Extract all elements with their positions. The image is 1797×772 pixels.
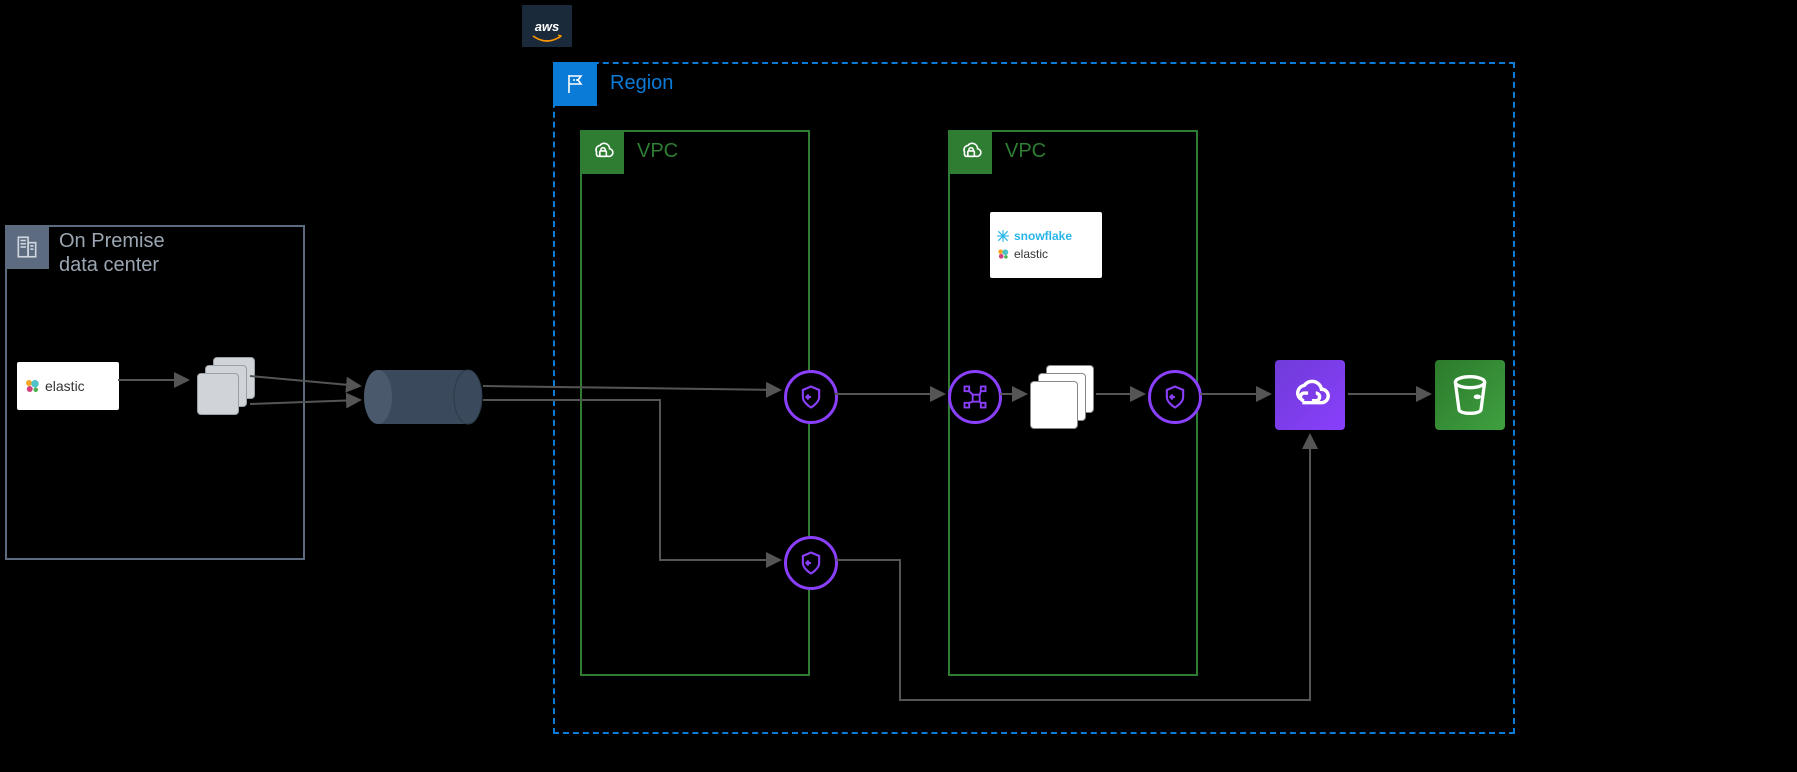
datacenter-icon [5, 225, 49, 269]
transit-gateway-icon [948, 370, 1002, 424]
vpc-endpoint-right-icon [1148, 370, 1202, 424]
elastic-icon [23, 377, 41, 395]
vpc2-label: VPC [1005, 140, 1046, 163]
vpc2-services-card: snowflake elastic [990, 212, 1102, 278]
direct-connect-icon [363, 365, 483, 434]
on-premise-container: On Premise data center elastic [5, 225, 305, 560]
aws-cloud-badge: aws [522, 5, 572, 47]
privatelink-icon [1275, 360, 1345, 430]
vpc-icon [580, 130, 624, 174]
snowflake-text: snowflake [1014, 229, 1072, 243]
region-label: Region [610, 72, 673, 95]
s3-bucket-icon [1435, 360, 1505, 430]
vpc-endpoint-top-icon [784, 370, 838, 424]
elastic-icon [996, 247, 1010, 261]
region-flag-icon [553, 62, 597, 106]
compute-stack [1030, 365, 1094, 429]
vpc-endpoint-bottom-icon [784, 536, 838, 590]
aws-logo-text: aws [535, 19, 560, 34]
vpc-icon [948, 130, 992, 174]
onprem-server-stack [197, 357, 257, 417]
architecture-diagram: aws On Premise data center elastic [0, 0, 1797, 772]
aws-smile-icon [532, 34, 562, 44]
elastic-onprem-text: elastic [45, 378, 85, 394]
on-premise-label: On Premise data center [59, 229, 165, 277]
snowflake-icon [996, 229, 1010, 243]
elastic-onprem-card: elastic [17, 362, 119, 410]
elastic-vpc-text: elastic [1014, 247, 1048, 261]
vpc1-container: VPC [580, 130, 810, 676]
vpc1-label: VPC [637, 140, 678, 163]
